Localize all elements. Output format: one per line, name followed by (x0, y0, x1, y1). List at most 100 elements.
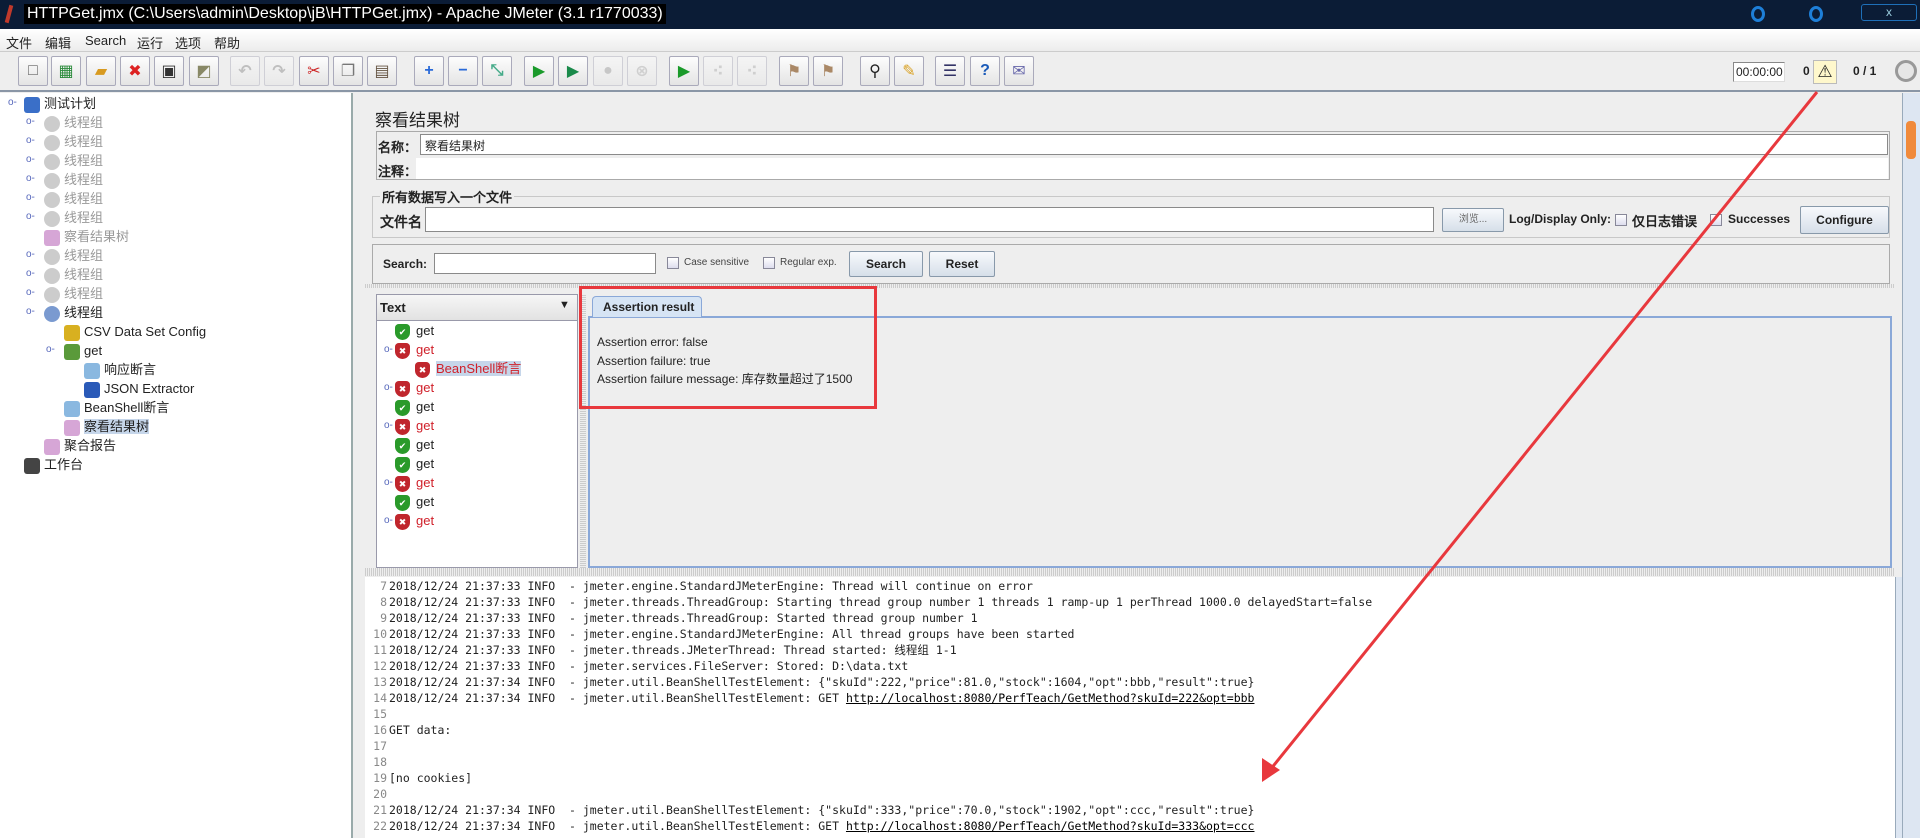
search-button[interactable]: ⚲ (860, 56, 890, 86)
minimize-button[interactable] (1751, 6, 1765, 22)
search-button[interactable]: Search (849, 251, 923, 277)
expand-handle-icon[interactable]: o- (384, 478, 394, 488)
tree-item[interactable]: 聚合报告 (44, 436, 116, 455)
result-item[interactable]: ✖ get (395, 416, 434, 435)
tree-item[interactable]: 线程组 (44, 113, 103, 132)
stop-button[interactable]: ● (593, 56, 623, 86)
menu-file[interactable]: 文件 (6, 33, 32, 52)
tree-item[interactable]: JSON Extractor (84, 379, 194, 398)
tree-item[interactable]: CSV Data Set Config (64, 322, 206, 341)
cut-button[interactable]: ✂ (299, 56, 329, 86)
shutdown-button[interactable]: ⊗ (627, 56, 657, 86)
tree-item[interactable]: 察看结果树 (44, 227, 129, 246)
regular-exp-checkbox[interactable] (763, 257, 775, 269)
tree-item[interactable]: 察看结果树 (64, 417, 150, 436)
redo-button[interactable]: ↷ (264, 56, 294, 86)
expand-handle-icon[interactable]: o- (384, 345, 394, 355)
expand-handle-icon[interactable]: o- (26, 193, 36, 203)
result-item[interactable]: ✖ get (395, 473, 434, 492)
case-sensitive-checkbox[interactable] (667, 257, 679, 269)
result-item[interactable]: ✖ get (395, 511, 434, 530)
result-item[interactable]: ✖ get (395, 340, 434, 359)
log-viewer[interactable]: 7 2018/12/24 21:37:33 INFO - jmeter.engin… (365, 577, 1895, 838)
reset-search-button[interactable]: ✎ (894, 56, 924, 86)
warning-icon[interactable]: ⚠ (1813, 60, 1837, 84)
new-button[interactable]: □ (18, 56, 48, 86)
start-button[interactable]: ▶ (524, 56, 554, 86)
tree-item[interactable]: 线程组 (44, 170, 103, 189)
result-item[interactable]: ✔ get (395, 492, 434, 511)
name-input[interactable]: 察看结果树 (420, 134, 1888, 155)
expand-handle-icon[interactable]: o- (8, 98, 18, 108)
result-item[interactable]: ✖ get (395, 378, 434, 397)
save-as-image-button[interactable]: ◩ (189, 56, 219, 86)
expand-handle-icon[interactable]: o- (26, 288, 36, 298)
menu-help[interactable]: 帮助 (214, 33, 240, 52)
tree-item[interactable]: 线程组 (44, 303, 103, 322)
reset-button[interactable]: Reset (929, 251, 995, 277)
tree-item[interactable]: 线程组 (44, 265, 103, 284)
menu-search[interactable]: Search (85, 33, 126, 48)
open-button[interactable]: ▰ (86, 56, 116, 86)
tree-item[interactable]: 线程组 (44, 246, 103, 265)
browse-button[interactable]: 浏览... (1442, 208, 1504, 232)
help-button[interactable]: ? (970, 56, 1000, 86)
result-item[interactable]: ✖ BeanShell断言 (415, 359, 522, 378)
expand-handle-icon[interactable]: o- (26, 307, 36, 317)
tree-item[interactable]: get (64, 341, 102, 360)
errors-only-checkbox[interactable] (1615, 214, 1627, 226)
expand-handle-icon[interactable]: o- (384, 383, 394, 393)
save-button[interactable]: ▣ (154, 56, 184, 86)
result-item[interactable]: ✔ get (395, 321, 434, 340)
bottom-splitter[interactable] (365, 568, 1895, 576)
expand-handle-icon[interactable]: o- (26, 174, 36, 184)
clear-button[interactable]: ⚑ (779, 56, 809, 86)
expand-handle-icon[interactable]: o- (26, 269, 36, 279)
tree-item[interactable]: 响应断言 (84, 360, 156, 379)
remote-start-button[interactable]: ▶ (669, 56, 699, 86)
expand-handle-icon[interactable]: o- (26, 117, 36, 127)
tree-item[interactable]: 线程组 (44, 284, 103, 303)
expand-handle-icon[interactable]: o- (384, 516, 394, 526)
tree-item[interactable]: 工作台 (24, 455, 83, 474)
collapse-all-button[interactable]: − (448, 56, 478, 86)
successes-checkbox[interactable] (1710, 214, 1722, 226)
tree-item[interactable]: 线程组 (44, 208, 103, 227)
function-helper-button[interactable]: ☰ (935, 56, 965, 86)
expand-handle-icon[interactable]: o- (26, 212, 36, 222)
tree-item[interactable]: 线程组 (44, 189, 103, 208)
start-no-pauses-button[interactable]: ▶ (558, 56, 588, 86)
paste-button[interactable]: ▤ (367, 56, 397, 86)
remote-stop-button[interactable]: ⁖ (703, 56, 733, 86)
remote-exit-button[interactable]: ⁖ (737, 56, 767, 86)
scrollbar-thumb[interactable] (1906, 121, 1916, 159)
close-window-button[interactable]: x (1861, 4, 1917, 21)
menu-options[interactable]: 选项 (175, 33, 201, 52)
tree-item[interactable]: 线程组 (44, 132, 103, 151)
toggle-button[interactable]: ⤡ (482, 56, 512, 86)
expand-handle-icon[interactable]: o- (26, 136, 36, 146)
result-item[interactable]: ✔ get (395, 454, 434, 473)
log-link[interactable]: http://localhost:8080/PerfTeach/GetMetho… (846, 819, 1255, 833)
configure-button[interactable]: Configure (1800, 206, 1889, 234)
expand-handle-icon[interactable]: o- (26, 250, 36, 260)
menu-edit[interactable]: 编辑 (45, 33, 71, 52)
renderer-select[interactable]: Text ▼ (377, 295, 577, 321)
tree-item[interactable]: 测试计划 (24, 94, 96, 113)
tree-item[interactable]: BeanShell断言 (64, 398, 169, 417)
expand-handle-icon[interactable]: o- (46, 345, 56, 355)
clear-all-button[interactable]: ⚑ (813, 56, 843, 86)
maximize-button[interactable] (1809, 6, 1823, 22)
log-viewer-button[interactable]: ✉ (1004, 56, 1034, 86)
search-input[interactable] (434, 253, 656, 274)
filename-input[interactable] (425, 207, 1434, 232)
copy-button[interactable]: ❐ (333, 56, 363, 86)
result-item[interactable]: ✔ get (395, 397, 434, 416)
tree-item[interactable]: 线程组 (44, 151, 103, 170)
log-link[interactable]: http://localhost:8080/PerfTeach/GetMetho… (846, 691, 1255, 705)
close-button[interactable]: ✖ (120, 56, 150, 86)
comment-input[interactable] (416, 158, 1888, 179)
main-scrollbar[interactable] (1902, 93, 1920, 838)
expand-all-button[interactable]: + (414, 56, 444, 86)
expand-handle-icon[interactable]: o- (384, 421, 394, 431)
